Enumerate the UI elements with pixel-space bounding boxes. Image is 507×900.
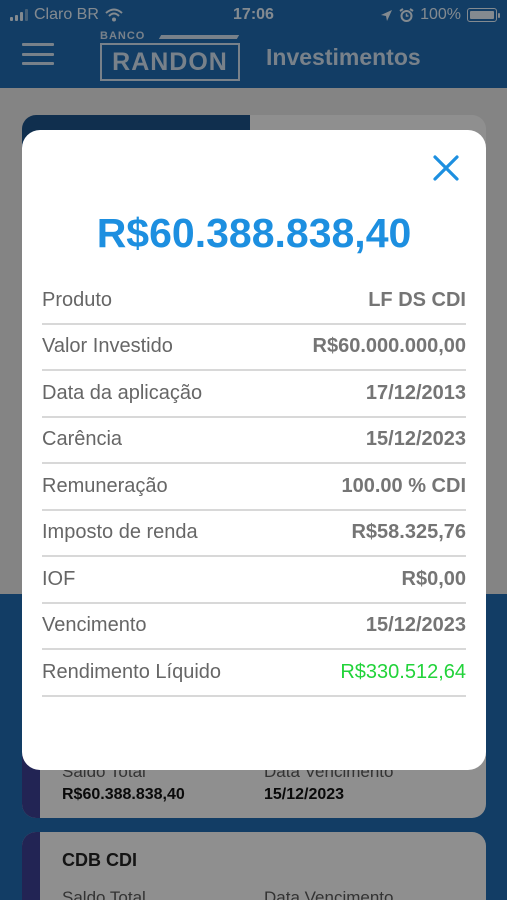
detail-label: IOF xyxy=(42,567,76,590)
detail-row-iof: IOF R$0,00 xyxy=(42,557,466,604)
detail-label: Produto xyxy=(42,288,113,311)
detail-label: Valor Investido xyxy=(42,335,173,358)
detail-value: 100.00 % CDI xyxy=(341,474,466,497)
detail-value: LF DS CDI xyxy=(368,288,466,311)
total-amount: R$60.388.838,40 xyxy=(96,210,412,256)
detail-row-valor-investido: Valor Investido R$60.000.000,00 xyxy=(42,325,466,371)
close-icon xyxy=(433,155,459,181)
detail-value: R$58.325,76 xyxy=(351,521,466,544)
detail-row-remuneracao: Remuneração 100.00 % CDI xyxy=(42,464,466,511)
detail-row-rendimento-liquido: Rendimento Líquido R$330.512,64 xyxy=(42,650,466,697)
detail-value: 15/12/2023 xyxy=(365,614,466,637)
detail-value: 15/12/2023 xyxy=(365,428,466,451)
detail-value: 17/12/2013 xyxy=(365,381,466,404)
detail-row-produto: Produto LF DS CDI xyxy=(42,278,466,325)
detail-label: Carência xyxy=(42,428,123,451)
detail-label: Remuneração xyxy=(42,474,168,497)
detail-row-data-aplicacao: Data da aplicação 17/12/2013 xyxy=(42,371,466,418)
investment-detail-modal: R$60.388.838,40 Produto LF DS CDI Valor … xyxy=(22,130,486,770)
detail-value-positive: R$330.512,64 xyxy=(340,660,466,683)
close-button[interactable] xyxy=(430,152,462,184)
detail-row-carencia: Carência 15/12/2023 xyxy=(42,418,466,464)
detail-value: R$0,00 xyxy=(401,567,467,590)
detail-label: Imposto de renda xyxy=(42,521,198,544)
detail-list: Produto LF DS CDI Valor Investido R$60.0… xyxy=(42,278,466,697)
detail-label: Data da aplicação xyxy=(42,381,203,404)
detail-label: Vencimento xyxy=(42,614,147,637)
detail-row-vencimento: Vencimento 15/12/2023 xyxy=(42,604,466,650)
detail-label: Rendimento Líquido xyxy=(42,660,222,683)
detail-row-imposto-renda: Imposto de renda R$58.325,76 xyxy=(42,511,466,557)
detail-value: R$60.000.000,00 xyxy=(312,335,466,358)
